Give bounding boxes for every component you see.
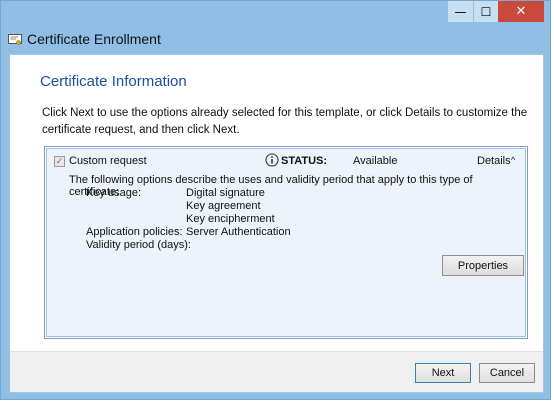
- certificate-icon: [8, 34, 22, 45]
- status-value: Available: [353, 155, 398, 167]
- details-toggle[interactable]: Details: [477, 155, 511, 167]
- key-usage-value: Digital signature: [186, 187, 265, 199]
- chevron-up-icon[interactable]: ^: [511, 155, 515, 165]
- close-button[interactable]: ✕: [498, 1, 544, 22]
- key-usage-value: Key encipherment: [186, 213, 275, 225]
- key-usage-value: Key agreement: [186, 200, 261, 212]
- application-policies-label: Application policies:: [86, 226, 183, 238]
- certificate-template-list: ✓ Custom request STATUS: Available Detai…: [44, 146, 528, 339]
- template-item[interactable]: ✓ Custom request STATUS: Available Detai…: [46, 148, 526, 337]
- status-label: STATUS:: [281, 155, 328, 167]
- cancel-button[interactable]: Cancel: [479, 363, 535, 383]
- intro-text: Click Next to use the options already se…: [42, 107, 528, 136]
- minimize-button[interactable]: —: [448, 1, 473, 22]
- window-controls: — ☐ ✕: [448, 1, 544, 22]
- title-bar[interactable]: — ☐ ✕ Certificate Enrollment: [1, 1, 550, 53]
- template-name: Custom request: [69, 155, 147, 167]
- validity-period-label: Validity period (days):: [86, 239, 191, 251]
- wizard-content: Certificate Information Click Next to us…: [9, 54, 544, 393]
- next-button[interactable]: Next: [415, 363, 471, 383]
- key-usage-label: Key usage:: [86, 187, 142, 199]
- certificate-enrollment-window: — ☐ ✕ Certificate Enrollment Certificate…: [0, 0, 551, 400]
- page-heading: Certificate Information: [40, 73, 187, 90]
- window-title: Certificate Enrollment: [27, 31, 161, 47]
- info-icon: [265, 153, 279, 167]
- template-checkbox[interactable]: ✓: [54, 156, 65, 167]
- application-policies-value: Server Authentication: [186, 226, 291, 238]
- wizard-footer: Next Cancel: [10, 351, 543, 392]
- properties-button[interactable]: Properties: [442, 255, 524, 276]
- maximize-button[interactable]: ☐: [473, 1, 498, 22]
